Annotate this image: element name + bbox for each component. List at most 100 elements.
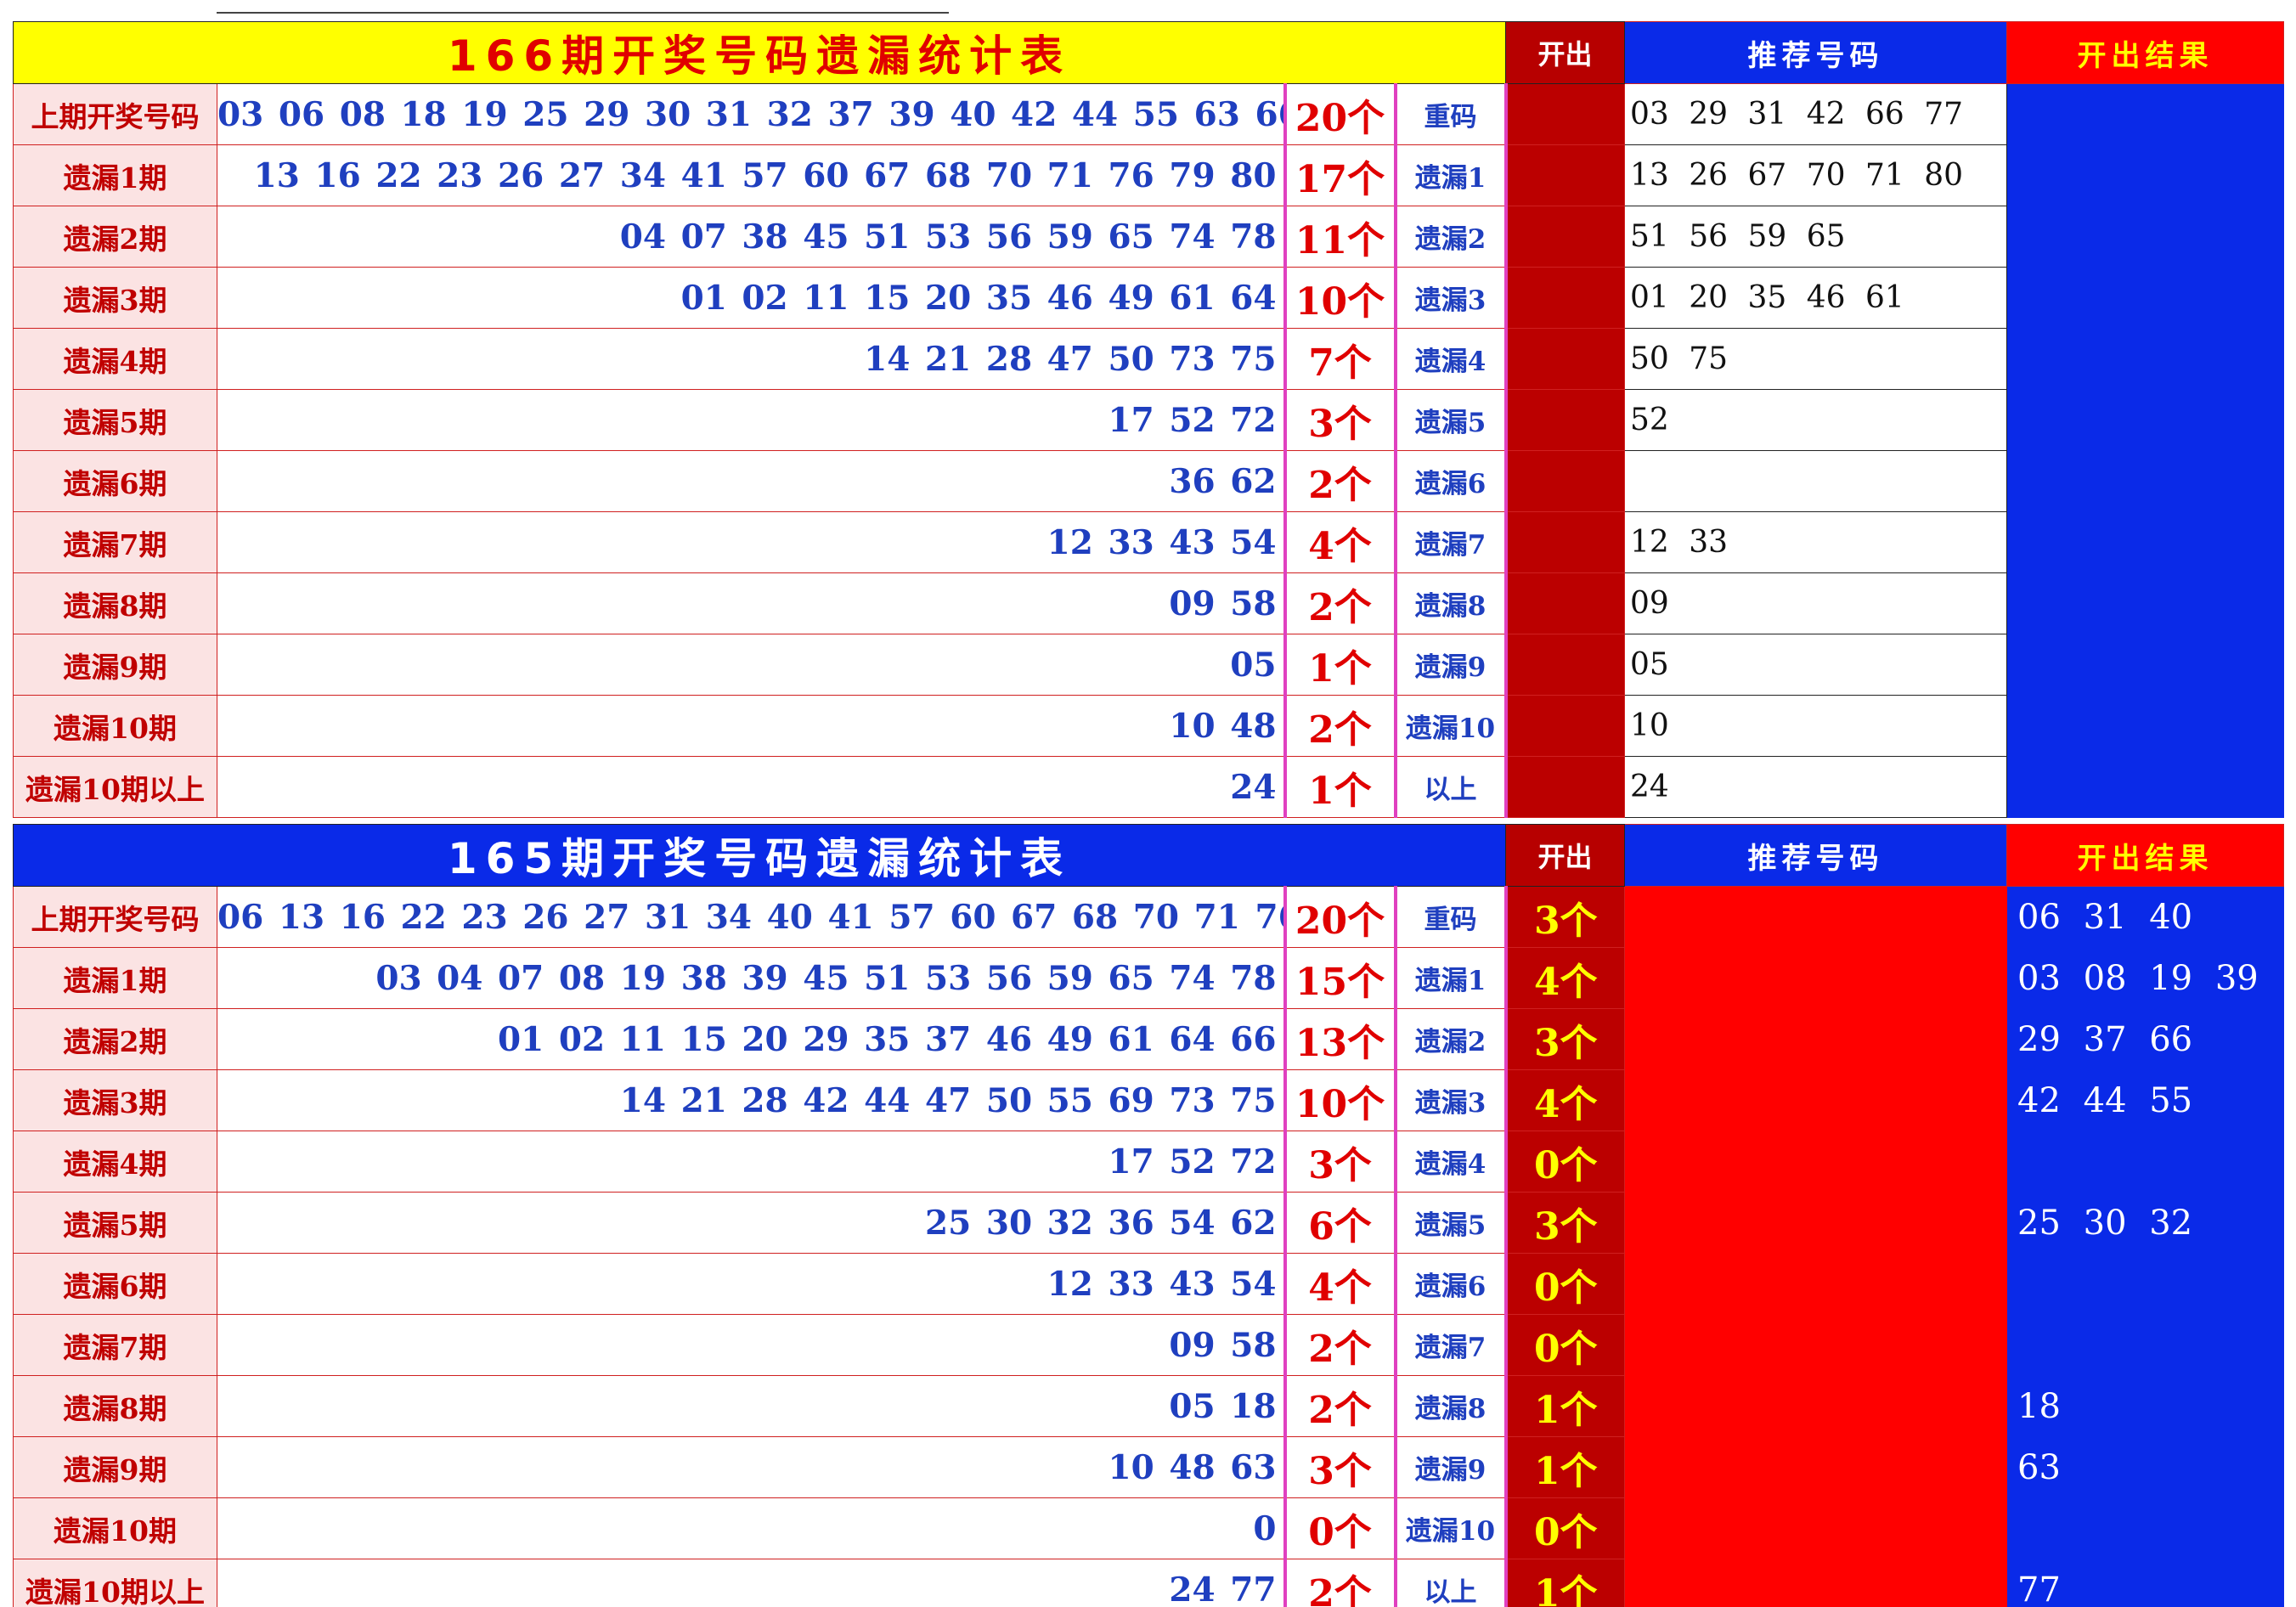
row-tag: 遗漏7 [1395,1314,1508,1376]
row-recommend: 09 [1624,572,2007,634]
row-recommend: 13 26 67 70 71 80 [1624,144,2007,206]
table-row: 遗漏1期 13 16 22 23 26 27 34 41 57 60 67 68 … [13,144,2284,206]
row-recommend [1624,1008,2007,1070]
row-tag: 遗漏6 [1395,450,1508,512]
row-count: 2个 [1283,1375,1397,1437]
row-recommend: 24 [1624,756,2007,818]
header-result: 开出结果 [2006,21,2284,84]
row-open-count: 0个 [1505,1497,1625,1559]
row-label: 遗漏4期 [13,328,217,390]
row-numbers: 13 16 22 23 26 27 34 41 57 60 67 68 70 7… [217,144,1285,206]
row-label: 遗漏1期 [13,947,217,1009]
table-row: 遗漏3期 14 21 28 42 44 47 50 55 69 73 75 10个遗… [13,1069,2284,1131]
row-recommend [1624,1375,2007,1437]
row-count: 2个 [1283,450,1397,512]
row-recommend [1624,1192,2007,1254]
row-count: 2个 [1283,1314,1397,1376]
table-row: 遗漏10期以上 24 77 2个 以上 1个 77 [13,1559,2284,1607]
row-numbers: 17 52 72 [217,1131,1285,1193]
row-open-count: 3个 [1505,1192,1625,1254]
row-result [2006,389,2284,451]
table-166-body: 上期开奖号码 03 06 08 18 19 25 29 30 31 32 37 3… [13,83,2284,818]
row-numbers: 17 52 72 [217,389,1285,451]
row-numbers: 12 33 43 54 [217,1253,1285,1315]
table-166-title: 166期开奖号码遗漏统计表 [13,21,1506,84]
header-result: 开出结果 [2006,824,2284,887]
header-recommend: 推荐号码 [1624,21,2007,84]
row-label: 遗漏5期 [13,389,217,451]
table-row: 遗漏6期 36 62 2个 遗漏6 [13,450,2284,512]
row-count: 4个 [1283,511,1397,573]
row-result: 42 44 55 [2006,1069,2284,1131]
row-count: 3个 [1283,1436,1397,1498]
row-count: 2个 [1283,1559,1397,1607]
table-row: 遗漏9期 10 48 63 3个 遗漏9 1个 63 [13,1436,2284,1498]
row-tag: 遗漏10 [1395,1497,1508,1559]
row-open-count: 4个 [1505,947,1625,1009]
table-row: 遗漏7期 12 33 43 54 4个 遗漏7 12 33 [13,511,2284,573]
row-count: 1个 [1283,756,1397,818]
row-numbers: 10 48 63 [217,1436,1285,1498]
row-result: 03 08 19 39 [2006,947,2284,1009]
row-result [2006,1497,2284,1559]
row-result [2006,206,2284,268]
row-label: 遗漏5期 [13,1192,217,1254]
row-tag: 重码 [1395,886,1508,948]
row-label: 遗漏6期 [13,450,217,512]
table-166: 166期开奖号码遗漏统计表 开出 推荐号码 开出结果 上期开奖号码 03 06 0… [13,21,2284,818]
row-result [2006,1253,2284,1315]
row-result [2006,83,2284,145]
row-result [2006,756,2284,818]
row-tag: 遗漏8 [1395,572,1508,634]
row-tag: 遗漏6 [1395,1253,1508,1315]
row-label: 遗漏3期 [13,267,217,329]
row-open-count [1505,511,1625,573]
row-label: 遗漏9期 [13,1436,217,1498]
row-label: 遗漏4期 [13,1131,217,1193]
row-count: 13个 [1283,1008,1397,1070]
row-label: 遗漏1期 [13,144,217,206]
row-count: 6个 [1283,1192,1397,1254]
row-open-count: 0个 [1505,1131,1625,1193]
row-recommend [1624,947,2007,1009]
row-result [2006,634,2284,696]
row-count: 0个 [1283,1497,1397,1559]
row-label: 上期开奖号码 [13,886,217,948]
row-tag: 遗漏4 [1395,1131,1508,1193]
row-open-count: 1个 [1505,1559,1625,1607]
row-numbers: 09 58 [217,1314,1285,1376]
row-numbers: 14 21 28 42 44 47 50 55 69 73 75 [217,1069,1285,1131]
row-numbers: 09 58 [217,572,1285,634]
row-label: 遗漏8期 [13,572,217,634]
row-tag: 遗漏7 [1395,511,1508,573]
row-result [2006,328,2284,390]
row-count: 17个 [1283,144,1397,206]
row-recommend [1624,1436,2007,1498]
header-open: 开出 [1505,21,1625,84]
row-open-count [1505,450,1625,512]
row-tag: 遗漏2 [1395,206,1508,268]
row-label: 遗漏10期以上 [13,1559,217,1607]
row-open-count [1505,267,1625,329]
table-row: 遗漏7期 09 58 2个 遗漏7 0个 [13,1314,2284,1376]
row-open-count [1505,634,1625,696]
header-open: 开出 [1505,824,1625,887]
table-166-header: 166期开奖号码遗漏统计表 开出 推荐号码 开出结果 [13,21,2284,84]
row-open-count [1505,572,1625,634]
row-recommend [1624,450,2007,512]
row-numbers: 10 48 [217,695,1285,757]
table-row: 遗漏5期 17 52 72 3个 遗漏5 52 [13,389,2284,451]
row-tag: 遗漏1 [1395,144,1508,206]
row-recommend [1624,1253,2007,1315]
row-open-count: 0个 [1505,1314,1625,1376]
row-open-count: 0个 [1505,1253,1625,1315]
row-numbers: 04 07 38 45 51 53 56 59 65 74 78 [217,206,1285,268]
table-row: 遗漏8期 09 58 2个 遗漏8 09 [13,572,2284,634]
row-open-count [1505,389,1625,451]
row-label: 遗漏9期 [13,634,217,696]
row-result: 77 [2006,1559,2284,1607]
row-recommend: 10 [1624,695,2007,757]
row-count: 20个 [1283,886,1397,948]
row-label: 遗漏10期以上 [13,756,217,818]
row-count: 2个 [1283,695,1397,757]
